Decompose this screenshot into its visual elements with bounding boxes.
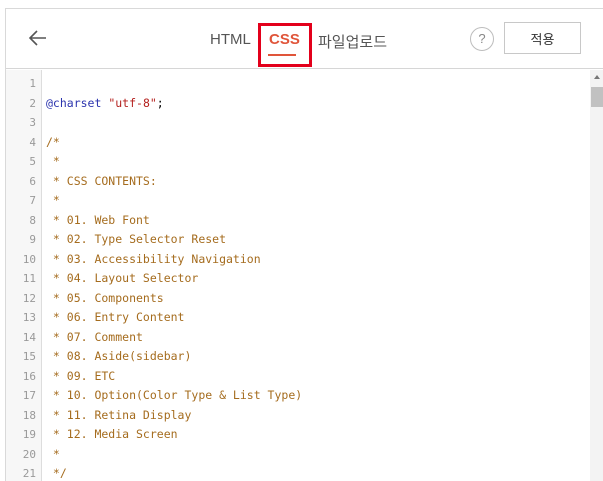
code-token: @charset	[46, 95, 102, 110]
back-arrow-icon[interactable]	[26, 26, 50, 50]
vertical-scrollbar[interactable]	[590, 70, 603, 481]
line-number: 16	[22, 369, 36, 383]
code-token: * 04. Layout Selector	[46, 271, 199, 285]
code-line[interactable]: * 01. Web Font	[46, 211, 150, 230]
code-line[interactable]: * 08. Aside(sidebar)	[46, 347, 191, 366]
line-number: 14	[22, 330, 36, 344]
code-token: * 05. Components	[46, 290, 164, 305]
code-token: * 01. Web Font	[46, 212, 150, 227]
line-number: 19	[22, 428, 36, 441]
tab-file-upload[interactable]: 파일업로드	[318, 31, 387, 52]
code-line[interactable]: * 02. Type Selector Reset	[46, 230, 226, 249]
line-number: 3	[29, 116, 36, 129]
scrollbar-thumb[interactable]	[591, 87, 603, 107]
line-number: 5	[29, 155, 36, 168]
code-line[interactable]: *	[46, 152, 60, 171]
line-number: 20	[22, 447, 36, 461]
line-number: 1	[29, 77, 36, 90]
code-line[interactable]: * 07. Comment	[46, 328, 143, 347]
code-line[interactable]: * 12. Media Screen	[46, 425, 178, 444]
code-line[interactable]: * 11. Retina Display	[46, 406, 191, 425]
line-number: 7	[29, 194, 36, 207]
code-token: * 02. Type Selector Reset	[46, 232, 227, 246]
code-line[interactable]: * CSS CONTENTS:	[46, 172, 157, 191]
line-number: 6	[29, 174, 36, 188]
code-line[interactable]: * 03. Accessibility Navigation	[46, 250, 261, 269]
code-line[interactable]: *	[46, 191, 60, 210]
code-line[interactable]: @charset "utf-8";	[46, 94, 164, 113]
code-token: * 09. ETC	[46, 368, 116, 383]
line-number-gutter: 1 2 3 4 5 6 7 8 9 10 11 12 13 14 15 16 17 18 19 20 21	[6, 70, 42, 481]
code-token: *	[46, 193, 60, 207]
editor-toolbar: HTML CSS 파일업로드 ? 적용	[6, 9, 603, 69]
code-token: *	[46, 154, 60, 168]
line-number: 17	[22, 389, 36, 402]
editor-window: HTML CSS 파일업로드 ? 적용 1 2 3 4 5 6 7 8 9 10 11 12 13 14 1…	[5, 8, 603, 481]
code-line[interactable]: * 04. Layout Selector	[46, 269, 198, 288]
line-number: 21	[22, 467, 36, 480]
code-line[interactable]: * 09. ETC	[46, 367, 115, 386]
code-token: * 07. Comment	[46, 329, 143, 344]
code-token: * 08. Aside(sidebar)	[46, 349, 192, 363]
line-number: 9	[29, 233, 36, 246]
line-number: 8	[29, 213, 36, 227]
apply-button[interactable]: 적용	[504, 22, 581, 54]
highlight-annotation-box	[258, 23, 312, 67]
code-token: * 06. Entry Content	[46, 310, 185, 324]
code-token: *	[46, 446, 60, 461]
code-editor[interactable]: 1 2 3 4 5 6 7 8 9 10 11 12 13 14 15 16 17 18 19 20 21 @chars…	[6, 70, 603, 481]
code-line[interactable]: *	[46, 445, 60, 464]
code-line[interactable]: * 10. Option(Color Type & List Type)	[46, 386, 302, 405]
tab-html[interactable]: HTML	[210, 31, 251, 48]
code-token: */	[46, 466, 67, 480]
code-line[interactable]: */	[46, 464, 67, 481]
line-number: 10	[22, 252, 36, 266]
code-token: * CSS CONTENTS:	[46, 173, 157, 188]
line-number: 13	[22, 311, 36, 324]
code-area[interactable]: @charset "utf-8"; /* * * CSS CONTENTS: * …	[46, 70, 590, 481]
code-token: * 11. Retina Display	[46, 407, 192, 422]
help-button[interactable]: ?	[470, 27, 494, 51]
line-number: 15	[22, 350, 36, 363]
code-token: "utf-8"	[108, 95, 157, 110]
code-token: * 12. Media Screen	[46, 427, 178, 441]
line-number: 11	[22, 272, 36, 285]
code-line[interactable]: * 05. Components	[46, 289, 164, 308]
line-number: 12	[22, 291, 36, 305]
line-number: 18	[22, 408, 36, 422]
code-token: /*	[46, 134, 60, 149]
code-line[interactable]: /*	[46, 133, 60, 152]
scroll-up-arrow-icon[interactable]	[590, 70, 603, 84]
code-line[interactable]: * 06. Entry Content	[46, 308, 185, 327]
code-token: * 10. Option(Color Type & List Type)	[46, 388, 303, 402]
line-number: 4	[29, 135, 36, 149]
line-number: 2	[29, 96, 36, 110]
code-token: ;	[156, 95, 164, 110]
code-token: * 03. Accessibility Navigation	[46, 251, 261, 266]
